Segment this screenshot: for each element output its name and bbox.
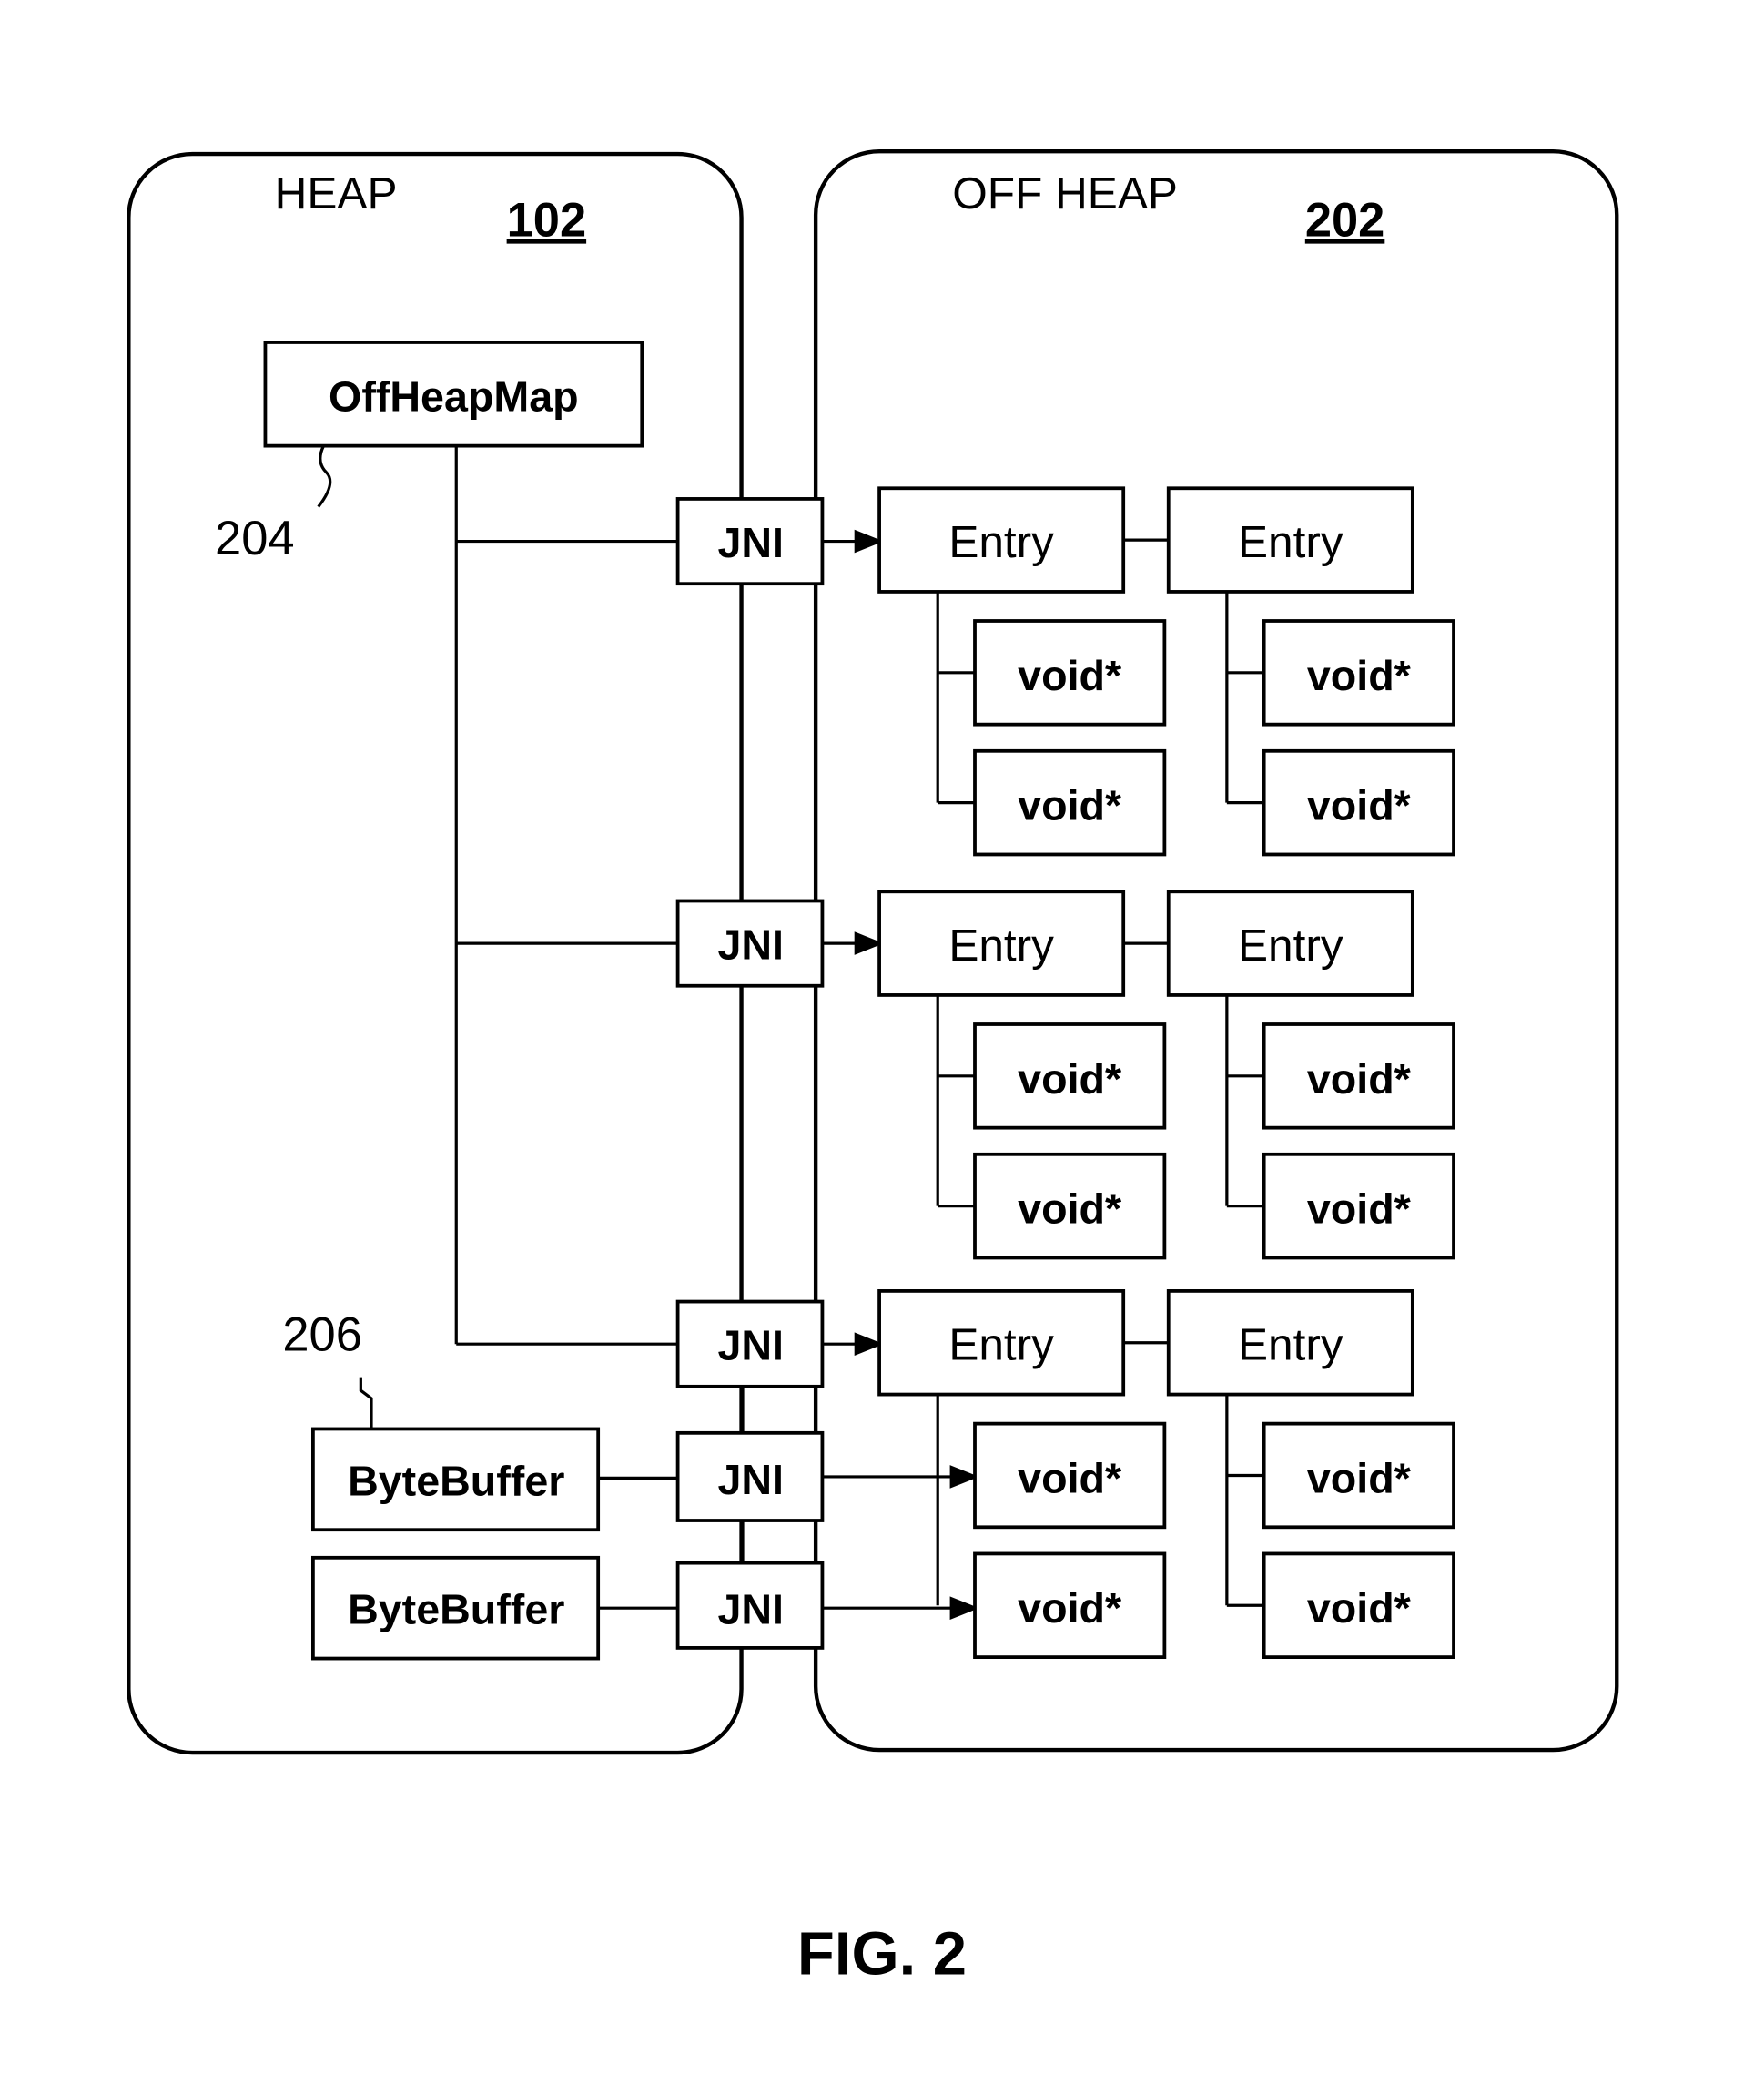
void-pointer-label: void* (1018, 782, 1122, 829)
off-heap-ref-number: 202 (1305, 194, 1384, 247)
entry-label: Entry (948, 517, 1054, 567)
void-pointer-node: void* (973, 1421, 1167, 1530)
entry-row: Entry void* void* Entry void* void* (877, 1289, 1455, 1660)
jni-box: JNI (675, 1299, 825, 1388)
bytebuffer-object-2: ByteBuffer (310, 1555, 601, 1661)
void-pointer-node: void* (973, 1022, 1167, 1130)
jni-box: JNI (675, 899, 825, 988)
entries-layer: Entry void* void* Entry void* void* Entry void*… (877, 486, 1455, 1660)
void-pointer-label: void* (1307, 1185, 1412, 1233)
bytebuffer-ref-number: 206 (282, 1308, 361, 1361)
entry-label: Entry (1238, 920, 1343, 971)
entry-node: Entry void* void* (1166, 890, 1455, 1260)
svg-text:JNI: JNI (717, 519, 784, 566)
void-pointer-node: void* (973, 619, 1167, 727)
jni-box: JNI (675, 1561, 825, 1650)
void-pointer-label: void* (1018, 1185, 1122, 1233)
offheapmap-ref-number: 204 (215, 513, 294, 565)
svg-text:JNI: JNI (717, 1322, 784, 1369)
void-pointer-label: void* (1018, 1584, 1122, 1632)
void-pointer-node: void* (973, 1551, 1167, 1660)
void-pointer-label: void* (1018, 652, 1122, 699)
heap-ref-number: 102 (507, 194, 586, 247)
void-pointer-label: void* (1018, 1454, 1122, 1501)
svg-text:JNI: JNI (717, 1586, 784, 1633)
void-pointer-label: void* (1307, 1454, 1412, 1501)
void-pointer-label: void* (1307, 652, 1412, 699)
jni-box: JNI (675, 1430, 825, 1522)
bytebuffer-label: ByteBuffer (348, 1586, 564, 1633)
bytebuffer-object-1: 206 ByteBuffer (282, 1308, 601, 1532)
svg-text:JNI: JNI (717, 921, 784, 969)
void-pointer-label: void* (1018, 1055, 1122, 1103)
off-heap-title: OFF HEAP (952, 168, 1178, 219)
offheapmap-label: OffHeapMap (329, 373, 579, 421)
void-pointer-label: void* (1307, 782, 1412, 829)
entry-node: Entry void* void* (1166, 1289, 1455, 1660)
void-pointer-node: void* (1262, 1152, 1455, 1260)
entry-node: Entry void* void* (877, 890, 1167, 1260)
void-pointer-label: void* (1307, 1584, 1412, 1632)
entry-node: Entry void* void* (877, 486, 1167, 857)
entry-label: Entry (948, 1320, 1054, 1370)
void-pointer-node: void* (1262, 1421, 1455, 1530)
off-heap-map-diagram: HEAP 102 OFF HEAP 202 OffHeapMap 204 206… (127, 148, 1619, 1988)
entry-row: Entry void* void* Entry void* void* (877, 890, 1455, 1260)
void-pointer-node: void* (973, 748, 1167, 857)
void-pointer-node: void* (1262, 619, 1455, 727)
svg-text:JNI: JNI (717, 1456, 784, 1503)
void-pointer-node: void* (1262, 748, 1455, 857)
bytebuffer-label: ByteBuffer (348, 1457, 564, 1504)
jni-bridges: JNI JNI JNI JNI JNI (675, 497, 825, 1650)
entry-node: Entry void* void* (1166, 486, 1455, 857)
offheapmap-object: OffHeapMap 204 (215, 341, 644, 565)
entry-label: Entry (1238, 517, 1343, 567)
entry-row: Entry void* void* Entry void* void* (877, 486, 1455, 857)
offheapmap-leader-line (317, 444, 332, 508)
void-pointer-node: void* (1262, 1022, 1455, 1130)
entry-node: Entry void* void* (877, 1289, 1167, 1660)
void-pointer-label: void* (1307, 1055, 1412, 1103)
void-pointer-node: void* (973, 1152, 1167, 1260)
figure-label: FIG. 2 (797, 1919, 967, 1988)
heap-title: HEAP (275, 168, 398, 219)
entry-label: Entry (1238, 1320, 1343, 1370)
bytebuffer-leader-line (359, 1377, 373, 1429)
entry-label: Entry (948, 920, 1054, 971)
jni-box: JNI (675, 497, 825, 586)
void-pointer-node: void* (1262, 1551, 1455, 1660)
